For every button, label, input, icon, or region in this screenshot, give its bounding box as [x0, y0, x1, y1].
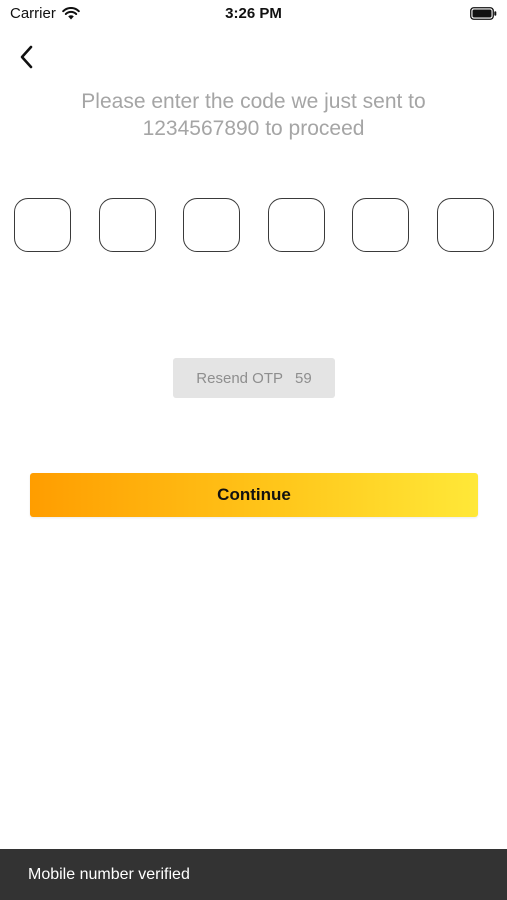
otp-digit-3[interactable]	[183, 198, 241, 252]
otp-digit-6[interactable]	[436, 198, 494, 252]
instruction-line-2: 1234567890 to proceed	[142, 117, 365, 140]
back-button[interactable]	[12, 42, 40, 72]
otp-digit-1[interactable]	[14, 198, 71, 252]
otp-instruction: Please enter the code we just sent to 12…	[30, 88, 477, 142]
status-bar: Carrier 3:26 PM	[0, 0, 507, 28]
otp-digit-2[interactable]	[98, 198, 156, 252]
battery-icon	[470, 7, 497, 20]
otp-digit-5[interactable]	[352, 198, 410, 252]
continue-button[interactable]: Continue	[30, 473, 478, 517]
chevron-left-icon	[20, 45, 33, 69]
otp-input-row	[14, 198, 494, 252]
snackbar-message: Mobile number verified	[28, 865, 190, 883]
status-time: 3:26 PM	[225, 5, 282, 22]
otp-verification-screen: Carrier 3:26 PM Please enter the code we…	[0, 0, 507, 900]
resend-countdown: 59	[295, 369, 312, 387]
snackbar: Mobile number verified	[0, 849, 507, 900]
otp-digit-4[interactable]	[267, 198, 325, 252]
resend-otp-label: Resend OTP	[196, 369, 284, 387]
instruction-line-1: Please enter the code we just sent to	[81, 90, 426, 113]
resend-otp-button[interactable]: Resend OTP 59	[173, 358, 335, 398]
continue-label: Continue	[217, 485, 291, 504]
